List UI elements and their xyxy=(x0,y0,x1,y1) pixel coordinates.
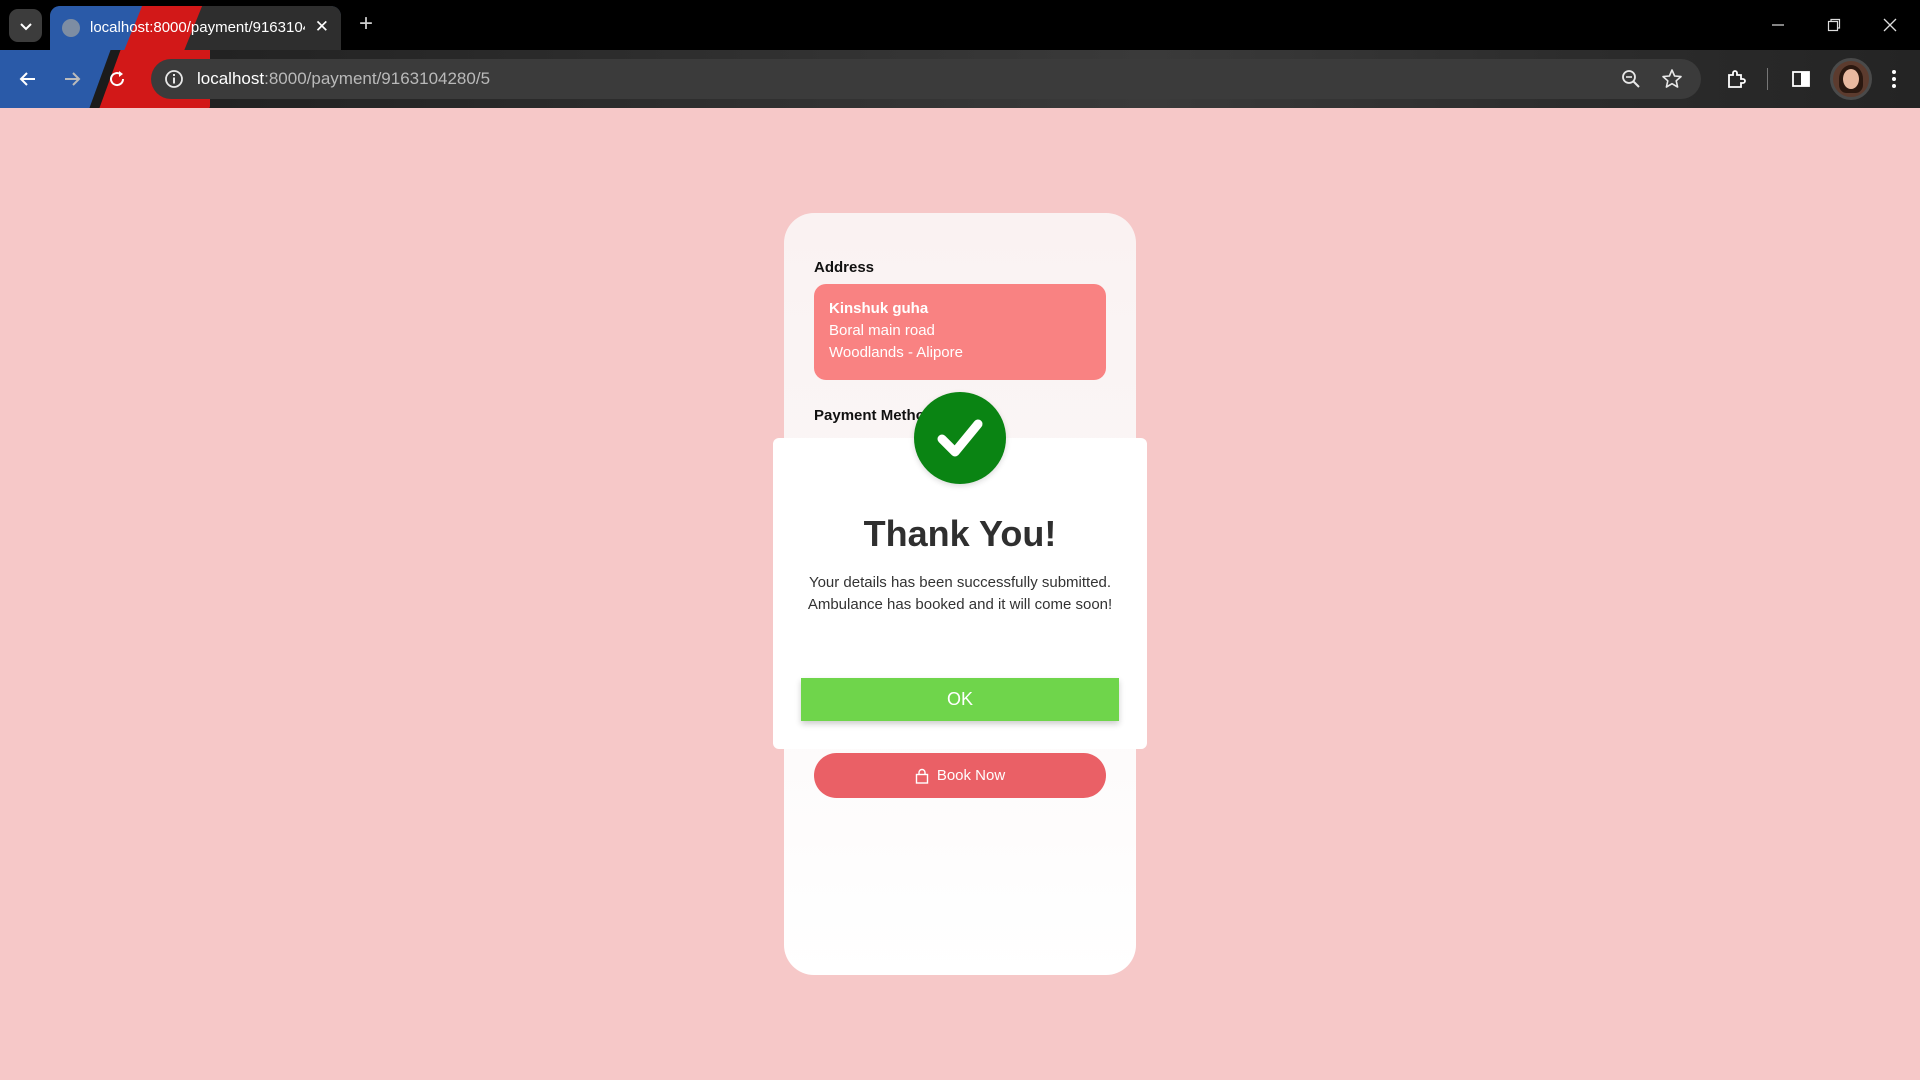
address-bar[interactable]: localhost:8000/payment/9163104280/5 xyxy=(151,59,1701,99)
new-tab-icon[interactable]: + xyxy=(351,9,381,39)
more-vert-icon[interactable] xyxy=(1880,65,1908,93)
star-icon[interactable] xyxy=(1661,68,1683,90)
close-window-icon[interactable] xyxy=(1862,0,1918,50)
address-line1: Boral main road xyxy=(829,322,935,339)
lock-icon xyxy=(915,768,929,784)
side-panel-icon[interactable] xyxy=(1787,65,1815,93)
url-path: :8000/payment/9163104280/5 xyxy=(264,69,491,88)
puzzle-icon[interactable] xyxy=(1722,65,1750,93)
book-now-button[interactable]: Book Now xyxy=(814,753,1106,798)
reload-icon[interactable] xyxy=(102,64,132,94)
address-box[interactable]: Kinshuk guha Boral main road Woodlands -… xyxy=(814,284,1106,380)
popup-message-line2: Ambulance has booked and it will come so… xyxy=(807,596,1113,613)
popup-title: Thank You! xyxy=(863,513,1057,554)
tab-close-icon[interactable]: ✕ xyxy=(315,17,329,37)
url-host: localhost xyxy=(197,69,265,88)
toolbar-divider xyxy=(1767,68,1768,90)
popup-message: Your details has been successfully submi… xyxy=(773,572,1147,616)
payment-method-label: Payment Metho xyxy=(814,407,925,424)
chevron-down-icon[interactable] xyxy=(9,9,42,42)
restore-icon[interactable] xyxy=(1806,0,1862,50)
tab-title: localhost:8000/payment/9163104280/5 xyxy=(90,19,305,36)
address-label: Address xyxy=(814,259,875,276)
address-line2: Woodlands - Alipore xyxy=(829,344,963,361)
url-text[interactable]: localhost:8000/payment/9163104280/5 xyxy=(197,69,490,89)
browser-tab[interactable]: localhost:8000/payment/9163104280/5 ✕ xyxy=(50,6,341,50)
zoom-icon[interactable] xyxy=(1620,68,1642,90)
globe-icon xyxy=(62,19,80,37)
browser-toolbar: localhost:8000/payment/9163104280/5 xyxy=(0,50,1920,108)
arrow-right-icon[interactable] xyxy=(57,64,87,94)
browser-tab-bar: localhost:8000/payment/9163104280/5 ✕ + xyxy=(0,0,1920,50)
ok-button[interactable]: OK xyxy=(801,678,1119,721)
address-name: Kinshuk guha xyxy=(829,300,929,317)
success-popup: Thank You! Your details has been success… xyxy=(773,438,1147,749)
popup-message-line1: Your details has been successfully submi… xyxy=(808,574,1112,591)
avatar-face xyxy=(1843,69,1859,89)
checkmark-icon xyxy=(914,392,1006,484)
arrow-left-icon[interactable] xyxy=(13,64,43,94)
profile-avatar[interactable] xyxy=(1830,58,1872,100)
minimize-icon[interactable] xyxy=(1750,0,1806,50)
book-now-label: Book Now xyxy=(936,767,1006,784)
info-icon[interactable] xyxy=(163,68,185,90)
